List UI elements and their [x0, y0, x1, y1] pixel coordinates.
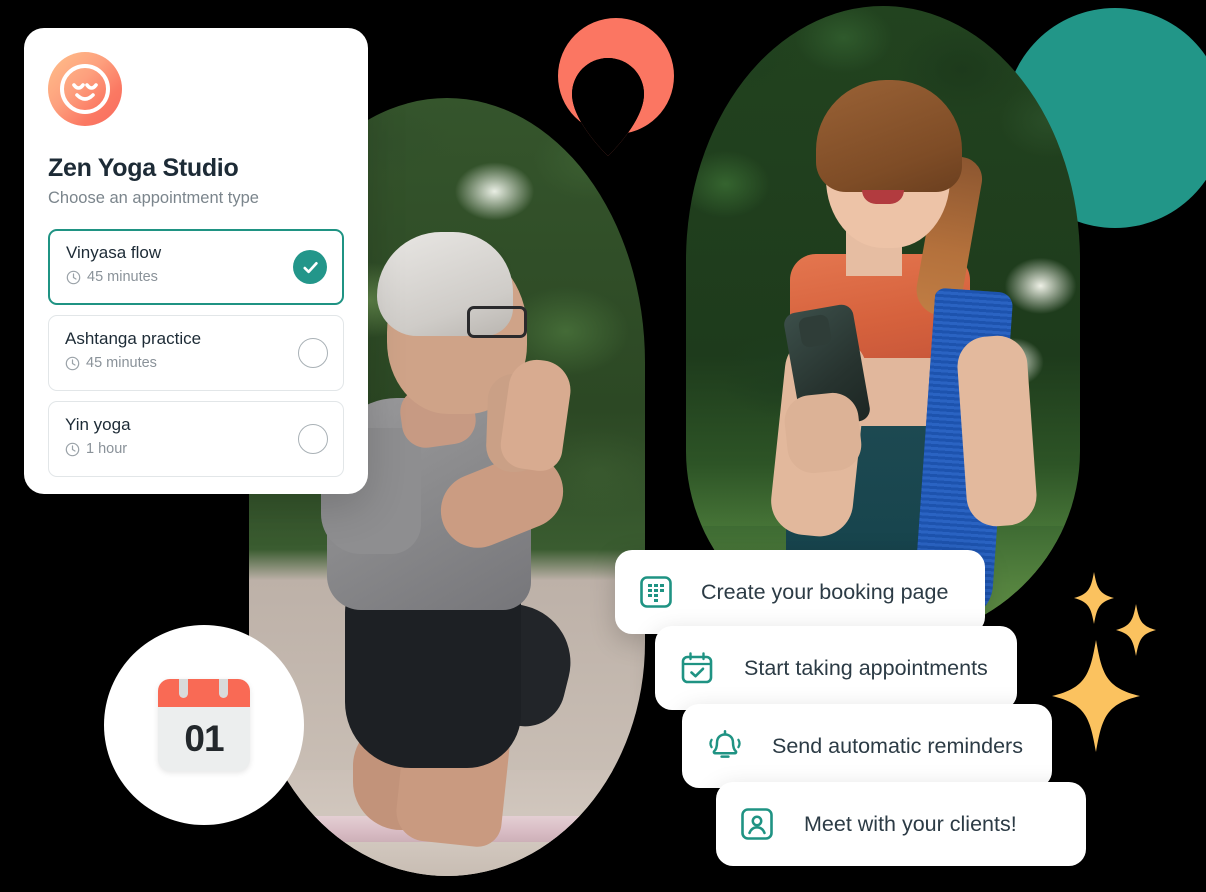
- appointment-name: Yin yoga: [65, 415, 131, 434]
- sparkle-small-icon: [1074, 572, 1114, 624]
- appointment-name: Ashtanga practice: [65, 329, 202, 348]
- appointment-radio-selected[interactable]: [293, 250, 327, 284]
- appointment-type-list: Vinyasa flow 45 minutes Ashtanga practic…: [48, 229, 344, 487]
- clock-icon: [65, 442, 80, 456]
- clock-icon: [65, 356, 80, 370]
- contact-card-icon: [740, 807, 774, 841]
- appointment-option-ashtanga-practice[interactable]: Ashtanga practice 45 minutes: [48, 315, 344, 391]
- feature-pill-start-taking-appointments[interactable]: Start taking appointments: [655, 626, 1017, 710]
- calendar-ring-left: [179, 679, 188, 698]
- calendar-header-band: [158, 679, 250, 707]
- smiley-face-icon: [60, 64, 110, 114]
- appointment-radio[interactable]: [298, 424, 328, 454]
- booking-page-icon: [639, 575, 673, 609]
- hero-illustration: Zen Yoga Studio Choose an appointment ty…: [0, 0, 1206, 892]
- feature-pill-meet-with-your-clients[interactable]: Meet with your clients!: [716, 782, 1086, 866]
- appointment-duration: 45 minutes: [87, 269, 158, 285]
- appointment-option-yin-yoga[interactable]: Yin yoga 1 hour: [48, 401, 344, 477]
- calendar-badge: 01: [104, 625, 304, 825]
- appointment-radio[interactable]: [298, 338, 328, 368]
- card-subtitle: Choose an appointment type: [48, 189, 259, 207]
- woman-with-yoga-mat-photo: [686, 6, 1080, 642]
- bell-ring-icon: [706, 727, 744, 765]
- check-circle-icon: [302, 261, 318, 273]
- feature-pill-label: Start taking appointments: [744, 655, 988, 680]
- calendar-day-number: 01: [184, 718, 224, 759]
- appointment-duration: 1 hour: [86, 441, 128, 457]
- sparkle-large-icon: [1052, 640, 1140, 752]
- feature-pill-send-automatic-reminders[interactable]: Send automatic reminders: [682, 704, 1052, 788]
- appointment-name: Vinyasa flow: [66, 243, 162, 262]
- appointment-duration: 45 minutes: [86, 355, 157, 371]
- feature-pill-label: Create your booking page: [701, 579, 949, 604]
- appointment-option-vinyasa-flow[interactable]: Vinyasa flow 45 minutes: [48, 229, 344, 305]
- booking-card: Zen Yoga Studio Choose an appointment ty…: [24, 28, 368, 494]
- calendar-date-icon: 01: [158, 679, 250, 771]
- feature-pill-create-booking-page[interactable]: Create your booking page: [615, 550, 985, 634]
- radio-empty-icon: [298, 338, 328, 368]
- calendar-ring-right: [219, 679, 228, 698]
- feature-pill-label: Meet with your clients!: [804, 811, 1017, 836]
- page-title: Zen Yoga Studio: [48, 154, 239, 182]
- calendar-check-icon: [679, 650, 715, 686]
- clock-icon: [66, 270, 81, 284]
- radio-empty-icon: [298, 424, 328, 454]
- smiley-face-logo: [48, 52, 122, 126]
- feature-pill-label: Send automatic reminders: [772, 733, 1023, 758]
